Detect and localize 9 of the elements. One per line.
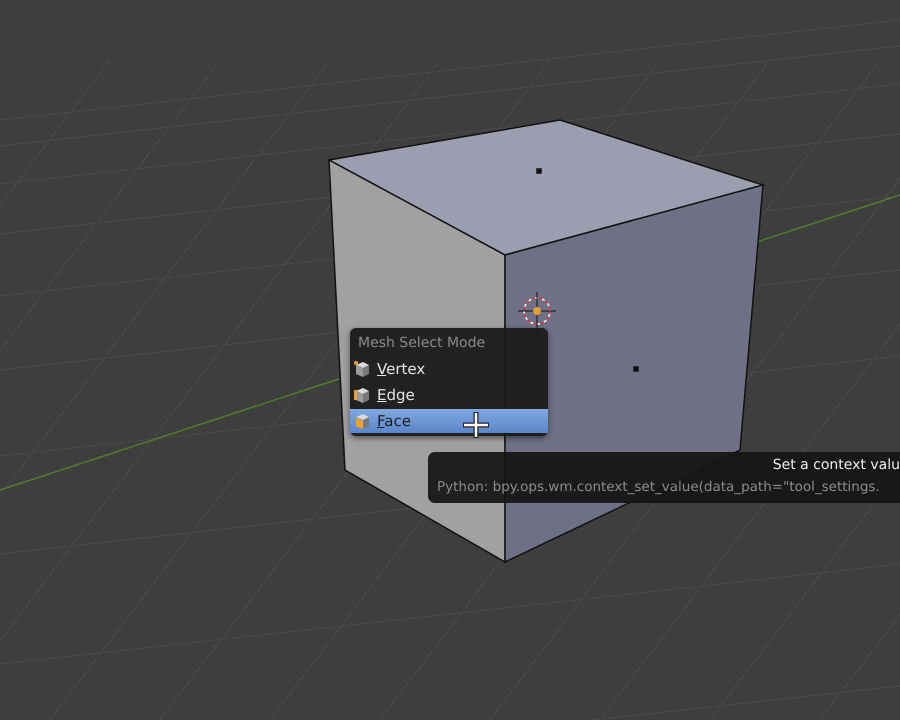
cube-icon bbox=[353, 386, 371, 404]
menu-title: Mesh Select Mode bbox=[357, 334, 486, 353]
cube-icon bbox=[353, 412, 371, 430]
python-path: Python: bpy.ops.wm.context_set_value(data_path="tool_settings. bbox=[437, 479, 881, 495]
cube-icon bbox=[353, 360, 371, 378]
menu-item[interactable]: Edge bbox=[350, 383, 548, 407]
menu-item[interactable]: Vertex bbox=[350, 357, 548, 381]
menu-item[interactable]: Face bbox=[350, 409, 548, 433]
tooltip-title: Set a context valu bbox=[772, 457, 900, 473]
